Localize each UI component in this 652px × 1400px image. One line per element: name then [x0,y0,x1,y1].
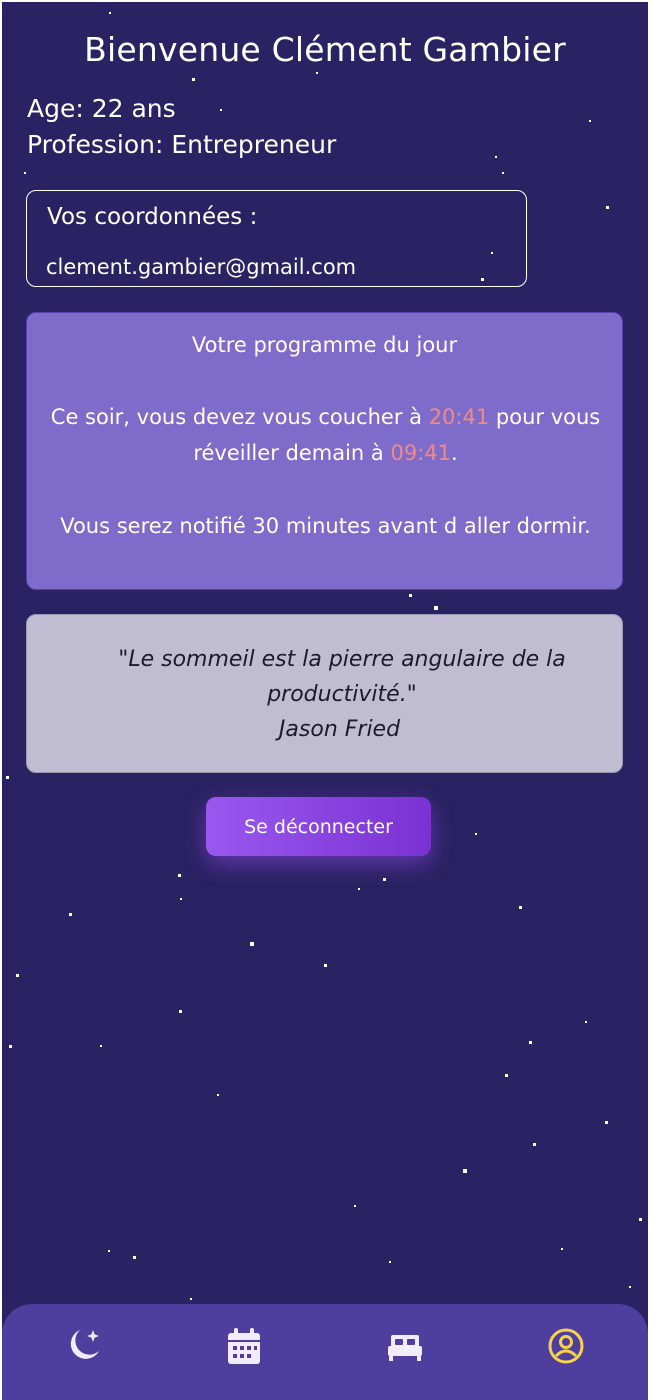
profile-screen: Bienvenue Clément Gambier Age: 22 ans Pr… [2,2,648,1400]
star-dot [533,1143,536,1146]
star-dot [100,1045,102,1047]
star-dot [179,1010,182,1013]
tab-profile[interactable] [546,1326,586,1366]
user-circle-icon [548,1328,584,1364]
logout-button[interactable]: Se déconnecter [206,797,431,856]
notification-text: Vous serez notifié 30 minutes avant d al… [60,514,591,538]
bed-icon [388,1335,422,1361]
star-dot [585,1021,587,1023]
star-dot [409,594,412,597]
star-dot [324,964,327,967]
star-dot [9,1045,12,1048]
quote-text: "Le sommeil est la pierre angulaire de l… [118,647,566,707]
quote-author: Jason Fried [278,717,401,742]
moon-stars-icon [70,1330,99,1359]
contact-box: Vos coordonnées : clement.gambier@gmail.… [26,190,527,287]
star-dot [463,1169,467,1173]
contact-label: Vos coordonnées : [47,204,258,230]
calendar-icon [228,1328,260,1364]
wake-time-value: 09:41 [390,441,451,465]
page-title: Bienvenue Clément Gambier [84,30,566,69]
star-dot [24,172,26,174]
star-dot [383,878,386,881]
star-dot [519,906,522,909]
star-dot [589,120,591,122]
program-heading: Votre programme du jour [191,333,458,357]
star-dot [639,1218,642,1221]
schedule-suffix: . [450,441,458,465]
star-dot [561,1248,563,1250]
star-dot [6,776,9,779]
star-dot [220,109,222,111]
star-dot [316,72,318,74]
star-dot [629,1286,631,1288]
star-dot [16,974,19,977]
star-dot [495,156,497,158]
star-dot [389,1261,391,1263]
sleep-schedule-text: Ce soir, vous devez vous coucher à 20:41… [47,399,604,471]
star-dot [606,206,609,209]
star-dot [217,1094,219,1096]
tab-sleep[interactable] [63,1326,103,1366]
tab-calendar[interactable] [224,1326,264,1366]
star-dot [108,1250,110,1252]
email-text: clement.gambier@gmail.com [46,255,357,279]
profession-text: Profession: Entrepreneur [27,130,337,159]
bedtime-value: 20:41 [428,405,490,429]
star-dot [434,606,438,610]
star-dot [358,888,360,890]
star-dot [529,1041,532,1044]
schedule-prefix: Ce soir, vous devez vous coucher à [50,405,429,429]
star-dot [180,898,182,900]
star-dot [354,1205,356,1207]
tab-bed[interactable] [385,1326,425,1366]
star-dot [133,1256,136,1259]
star-dot [69,913,72,916]
age-text: Age: 22 ans [27,94,176,123]
star-dot [192,78,195,81]
bottom-tab-bar [2,1304,648,1400]
star-dot [109,12,111,14]
star-dot [475,833,477,835]
daily-program-card: Votre programme du jour Ce soir, vous de… [26,312,623,590]
star-dot [502,172,504,174]
quote-card: "Le sommeil est la pierre angulaire de l… [26,614,623,773]
star-dot [505,1074,508,1077]
star-dot [178,874,181,877]
star-dot [250,942,254,946]
star-dot [605,1121,608,1124]
star-dot [190,1298,192,1300]
